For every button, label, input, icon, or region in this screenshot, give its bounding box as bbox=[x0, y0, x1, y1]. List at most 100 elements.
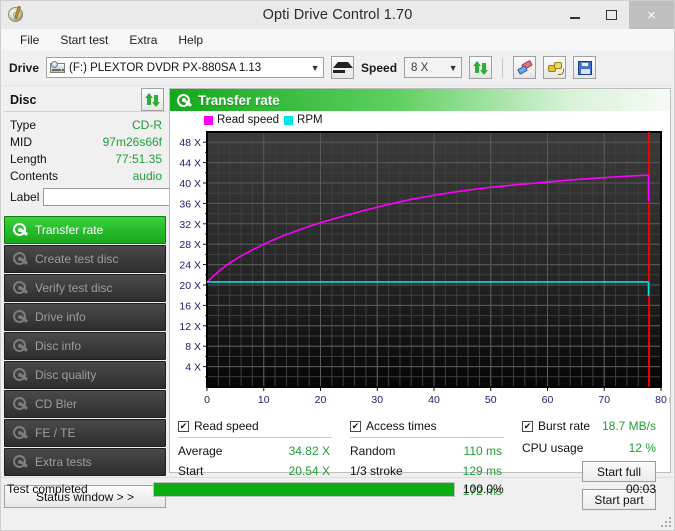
sidebar-item-label: Transfer rate bbox=[35, 223, 103, 237]
row-value: 110 ms bbox=[464, 444, 502, 458]
read-speed-checkbox[interactable] bbox=[178, 421, 189, 432]
svg-text:28 X: 28 X bbox=[179, 239, 201, 251]
menu-item-help[interactable]: Help bbox=[169, 31, 212, 49]
access-times-checkbox-row[interactable]: Access times bbox=[350, 418, 522, 434]
legend-swatch bbox=[284, 116, 293, 125]
disc-refresh-button[interactable] bbox=[141, 88, 164, 111]
maximize-button[interactable] bbox=[593, 1, 629, 29]
row-key: CPU usage bbox=[522, 441, 583, 455]
progress-bar bbox=[153, 482, 455, 497]
drive-toolbar: Drive (F:) PLEXTOR DVDR PX-880SA 1.13 ▼ … bbox=[1, 50, 674, 86]
disc-row-value: 97m26s66f bbox=[103, 135, 162, 149]
svg-text:70: 70 bbox=[598, 394, 610, 406]
main-area: Disc Type CD-R MID 97m26s66f Length bbox=[1, 86, 674, 477]
disc-info-rows: Type CD-R MID 97m26s66f Length 77:51.35 … bbox=[4, 112, 166, 209]
disc-quality-icon bbox=[12, 367, 28, 383]
disc-panel-title: Disc bbox=[10, 93, 36, 107]
sidebar-item-disc-quality[interactable]: Disc quality bbox=[4, 361, 166, 389]
svg-text:32 X: 32 X bbox=[179, 219, 201, 231]
disc-row-type: Type CD-R bbox=[10, 116, 162, 133]
close-icon: × bbox=[647, 8, 656, 23]
fe-te-icon bbox=[12, 425, 28, 441]
svg-text:0: 0 bbox=[204, 394, 210, 406]
disc-row-length: Length 77:51.35 bbox=[10, 150, 162, 167]
disc-row-key: Contents bbox=[10, 169, 58, 183]
svg-text:20: 20 bbox=[315, 394, 327, 406]
verify-test-disc-icon bbox=[12, 280, 28, 296]
disc-row-key: Length bbox=[10, 152, 47, 166]
divider bbox=[350, 437, 504, 438]
chevron-down-icon: ▼ bbox=[307, 63, 323, 73]
legend-item-rpm: RPM bbox=[284, 114, 323, 126]
svg-text:min: min bbox=[669, 394, 670, 406]
sidebar-item-cd-bler[interactable]: CD Bler bbox=[4, 390, 166, 418]
sidebar-item-label: Disc info bbox=[35, 339, 81, 353]
eraser-icon bbox=[517, 61, 533, 75]
status-text: Test completed bbox=[1, 482, 153, 496]
sidebar-item-drive-info[interactable]: Drive info bbox=[4, 303, 166, 331]
svg-text:44 X: 44 X bbox=[179, 158, 201, 170]
speed-select[interactable]: 8 X ▼ bbox=[404, 57, 462, 78]
plug-button[interactable] bbox=[543, 56, 566, 79]
panel-header: Transfer rate bbox=[170, 89, 670, 111]
svg-text:24 X: 24 X bbox=[179, 260, 201, 272]
start-full-button[interactable]: Start full bbox=[582, 461, 656, 482]
chevron-down-icon: ▼ bbox=[445, 63, 461, 73]
sidebar-item-disc-info[interactable]: Disc info bbox=[4, 332, 166, 360]
burst-rate-checkbox[interactable] bbox=[522, 421, 533, 432]
row-value: 20.54 X bbox=[289, 464, 330, 478]
refresh-button[interactable] bbox=[469, 56, 492, 79]
cd-bler-icon bbox=[12, 396, 28, 412]
disc-row-key: Type bbox=[10, 118, 36, 132]
menu-item-file[interactable]: File bbox=[11, 31, 48, 49]
sidebar-item-label: CD Bler bbox=[35, 397, 77, 411]
resize-grip[interactable] bbox=[661, 517, 671, 527]
drive-select[interactable]: (F:) PLEXTOR DVDR PX-880SA 1.13 ▼ bbox=[46, 57, 324, 78]
access-times-title: Access times bbox=[366, 419, 437, 433]
burst-rate-group: Burst rate 18.7 MB/s CPU usage 12 % Star… bbox=[522, 418, 662, 514]
menu-item-extra[interactable]: Extra bbox=[120, 31, 166, 49]
disc-row-contents: Contents audio bbox=[10, 167, 162, 184]
save-floppy-icon bbox=[578, 61, 592, 75]
left-sidebar: Disc Type CD-R MID 97m26s66f Length bbox=[1, 86, 169, 477]
minimize-button[interactable] bbox=[557, 1, 593, 29]
window-controls: × bbox=[557, 1, 674, 29]
sidebar-item-fe-te[interactable]: FE / TE bbox=[4, 419, 166, 447]
sidebar-item-transfer-rate[interactable]: Transfer rate bbox=[4, 216, 166, 244]
legend-item-read-speed: Read speed bbox=[204, 114, 279, 126]
row-key: Random bbox=[350, 444, 395, 458]
svg-text:4 X: 4 X bbox=[185, 362, 201, 374]
drive-info-icon bbox=[12, 309, 28, 325]
menu-bar: File Start test Extra Help bbox=[1, 29, 674, 50]
sidebar-item-create-test-disc[interactable]: Create test disc bbox=[4, 245, 166, 273]
disc-row-value: audio bbox=[133, 169, 162, 183]
divider bbox=[178, 437, 332, 438]
menu-item-start-test[interactable]: Start test bbox=[51, 31, 117, 49]
erase-button[interactable] bbox=[513, 56, 536, 79]
svg-text:8 X: 8 X bbox=[185, 341, 201, 353]
sidebar-item-label: Drive info bbox=[35, 310, 86, 324]
eject-button[interactable] bbox=[331, 56, 354, 79]
read-speed-checkbox-row[interactable]: Read speed bbox=[178, 418, 350, 434]
svg-text:16 X: 16 X bbox=[179, 300, 201, 312]
disc-row-mid: MID 97m26s66f bbox=[10, 133, 162, 150]
sidebar-item-extra-tests[interactable]: Extra tests bbox=[4, 448, 166, 476]
extra-tests-icon bbox=[12, 454, 28, 470]
svg-text:30: 30 bbox=[371, 394, 383, 406]
access-random-row: Random 110 ms bbox=[350, 441, 522, 461]
access-times-checkbox[interactable] bbox=[350, 421, 361, 432]
read-speed-start-row: Start 20.54 X bbox=[178, 461, 350, 481]
drive-label: Drive bbox=[9, 61, 39, 75]
burst-rate-checkbox-row[interactable]: Burst rate 18.7 MB/s bbox=[522, 418, 662, 434]
access-third-stroke-row: 1/3 stroke 129 ms bbox=[350, 461, 522, 481]
sidebar-item-verify-test-disc[interactable]: Verify test disc bbox=[4, 274, 166, 302]
disc-info-icon bbox=[12, 338, 28, 354]
save-button[interactable] bbox=[573, 56, 596, 79]
close-button[interactable]: × bbox=[629, 1, 674, 29]
chart-container: 4 X8 X12 X16 X20 X24 X28 X32 X36 X40 X44… bbox=[170, 127, 670, 412]
svg-text:40: 40 bbox=[428, 394, 440, 406]
legend-label: RPM bbox=[297, 114, 323, 126]
burst-rate-title: Burst rate bbox=[538, 419, 590, 433]
refresh-icon bbox=[473, 61, 488, 75]
eject-icon bbox=[333, 62, 353, 73]
